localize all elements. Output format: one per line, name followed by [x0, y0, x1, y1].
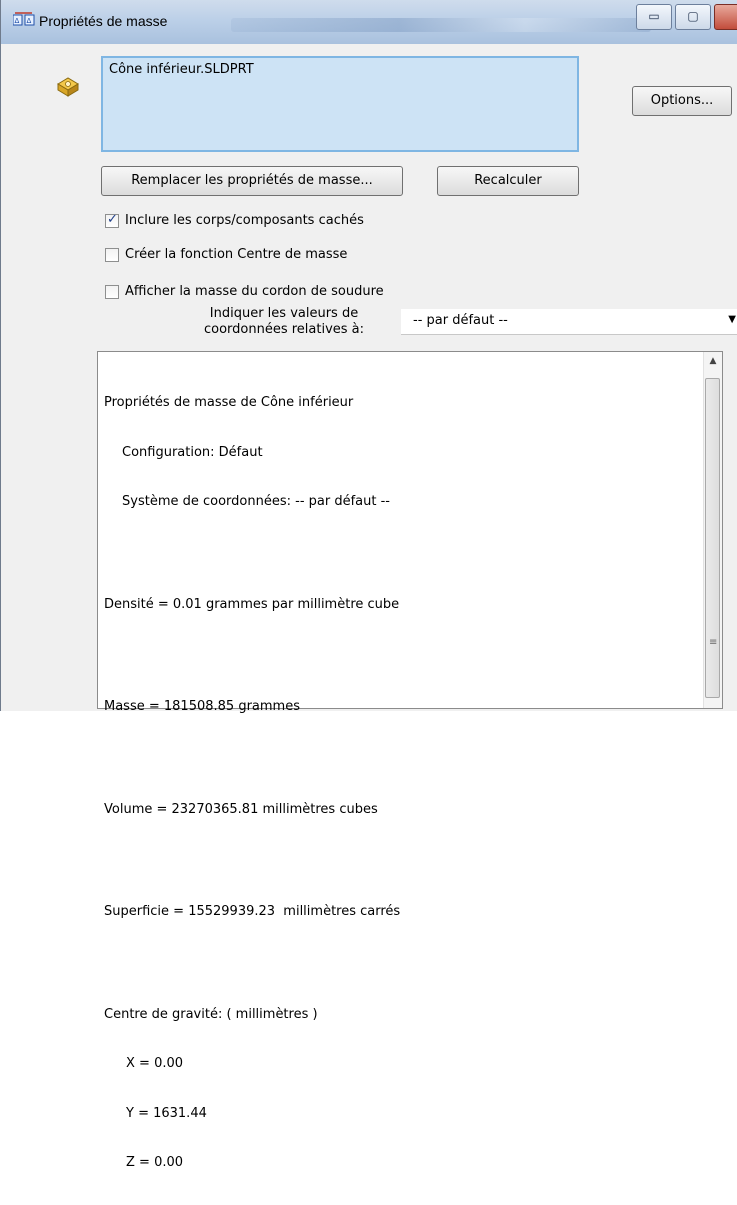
checkbox-box[interactable] [105, 285, 119, 299]
results-cog-z: Z = 0.00 [126, 1155, 184, 1170]
checkmark-icon: ✓ [107, 212, 118, 227]
results-volume: Volume = 23270365.81 millimètres cubes [104, 801, 378, 817]
results-configuration: Configuration: Défaut [122, 444, 263, 460]
dropdown-arrow-icon[interactable]: ▼ [728, 314, 736, 325]
results-cog-x: X = 0.00 [126, 1056, 184, 1071]
vertical-scrollbar[interactable]: ▲ ≡ [703, 352, 722, 708]
results-density: Densité = 0.01 grammes par millimètre cu… [104, 596, 400, 612]
results-text: Propriétés de masse de Cône inférieur Co… [104, 362, 400, 1205]
checkbox-box[interactable] [105, 248, 119, 262]
coordinate-system-label: Indiquer les valeurs de coordonnées rela… [169, 306, 399, 338]
selected-item-filename[interactable]: Cône inférieur.SLDPRT [109, 62, 254, 77]
options-button[interactable]: Options... [632, 86, 732, 116]
grip-icon: ≡ [709, 637, 718, 648]
svg-text:Δ: Δ [27, 17, 32, 25]
maximize-button[interactable]: ▢ [675, 4, 711, 30]
close-button[interactable] [714, 4, 737, 30]
results-heading: Propriétés de masse de Cône inférieur [104, 395, 354, 410]
override-mass-properties-button[interactable]: Remplacer les propriétés de masse... [101, 166, 403, 196]
dialog-body: Cône inférieur.SLDPRT Options... Remplac… [1, 44, 737, 1170]
results-surface-area: Superficie = 15529939.23 millimètres car… [104, 904, 401, 919]
title-bar-backdrop [231, 18, 651, 32]
minimize-icon: ▭ [648, 9, 660, 23]
svg-text:Δ: Δ [15, 17, 20, 25]
title-bar[interactable]: Δ Δ Propriétés de masse ▭ ▢ [1, 0, 737, 45]
mass-properties-output[interactable]: Propriétés de masse de Cône inférieur Co… [97, 351, 723, 1170]
maximize-icon: ▢ [687, 9, 699, 23]
results-cog-heading: Centre de gravité: ( millimètres ) [104, 1006, 318, 1022]
checkbox-label: Créer la fonction Centre de masse [125, 247, 348, 262]
mass-properties-icon: Δ Δ [13, 12, 35, 26]
mass-properties-window: Δ Δ Propriétés de masse ▭ ▢ Cône inférie… [0, 0, 737, 1170]
results-cog-y: Y = 1631.44 [126, 1105, 207, 1121]
part-icon [57, 77, 79, 97]
coordinate-label-line2: coordonnées relatives à: [203, 322, 365, 337]
coordinate-system-value: -- par défaut -- [413, 313, 508, 328]
results-coordinate-system: Système de coordonnées: -- par défaut -- [122, 494, 390, 509]
scroll-up-arrow-icon[interactable]: ▲ [704, 356, 722, 366]
coordinate-label-line1: Indiquer les valeurs de [209, 306, 359, 321]
checkbox-label: Inclure les corps/composants cachés [125, 213, 364, 228]
recalculate-button[interactable]: Recalculer [437, 166, 579, 196]
checkbox-box[interactable]: ✓ [105, 212, 119, 228]
minimize-button[interactable]: ▭ [636, 4, 672, 30]
window-title: Propriétés de masse [39, 13, 168, 29]
checkbox-label: Afficher la masse du cordon de soudure [125, 284, 384, 299]
coordinate-system-dropdown[interactable]: -- par défaut -- ▼ [401, 309, 737, 335]
scrollbar-thumb[interactable]: ≡ [705, 378, 720, 698]
results-mass: Masse = 181508.85 grammes [104, 699, 300, 714]
selected-items-list[interactable]: Cône inférieur.SLDPRT [101, 56, 579, 152]
